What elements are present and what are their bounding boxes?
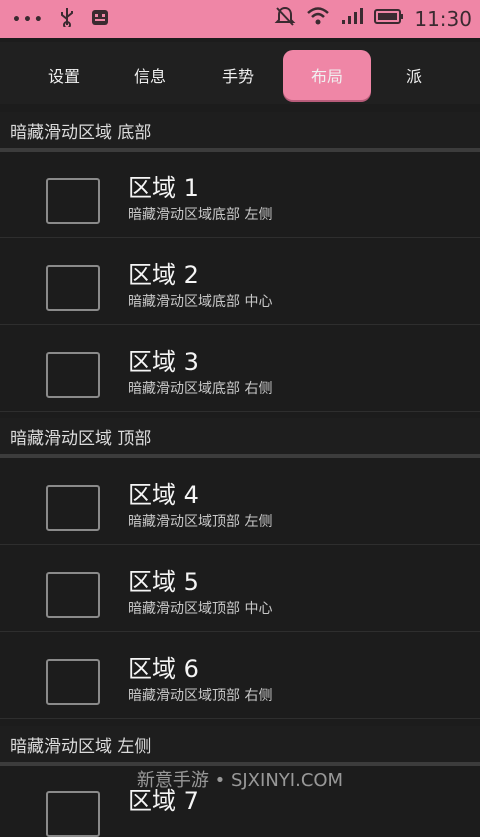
list-item-area-1[interactable]: 区域 1 暗藏滑动区域底部 左侧 (0, 152, 480, 238)
list-item-area-6[interactable]: 区域 6 暗藏滑动区域顶部 右侧 (0, 633, 480, 719)
watermark: 新意手游 • SJXINYI.COM (136, 770, 344, 791)
android-debug-icon (89, 7, 111, 32)
checkbox[interactable] (46, 485, 100, 531)
usb-icon (59, 7, 75, 32)
checkbox[interactable] (46, 791, 100, 837)
item-title: 区域 2 (128, 261, 199, 289)
list-item-area-3[interactable]: 区域 3 暗藏滑动区域底部 右侧 (0, 326, 480, 412)
item-title: 区域 4 (128, 481, 199, 509)
tab-pie[interactable]: 派 (370, 50, 458, 100)
tab-label: 设置 (47, 67, 80, 86)
notification-dots: ••• (12, 11, 45, 28)
checkbox[interactable] (46, 265, 100, 311)
item-title: 区域 3 (128, 348, 199, 376)
tab-label: 信息 (133, 67, 166, 86)
clock: 11:30 (414, 6, 472, 31)
section-header-top: 暗藏滑动区域 顶部 (0, 418, 480, 454)
muted-bell-icon (274, 5, 296, 32)
tab-label: 手势 (221, 67, 254, 86)
checkbox[interactable] (46, 352, 100, 398)
item-subtitle: 暗藏滑动区域底部 左侧 (128, 207, 273, 223)
tab-settings[interactable]: 设置 (20, 50, 108, 100)
item-title: 区域 1 (128, 174, 199, 202)
tab-info[interactable]: 信息 (106, 50, 194, 100)
battery-icon (374, 6, 404, 31)
item-subtitle: 暗藏滑动区域顶部 右侧 (128, 688, 273, 704)
item-title: 区域 6 (128, 655, 199, 683)
checkbox[interactable] (46, 178, 100, 224)
status-bar: ••• 11:30 (0, 0, 480, 42)
signal-icon (340, 6, 364, 31)
section-divider (0, 454, 480, 458)
item-subtitle: 暗藏滑动区域顶部 左侧 (128, 514, 273, 530)
tab-gestures[interactable]: 手势 (194, 50, 282, 100)
item-subtitle: 暗藏滑动区域顶部 中心 (128, 601, 273, 617)
section-header-left: 暗藏滑动区域 左侧 (0, 726, 480, 762)
tab-layout[interactable]: 布局 (283, 50, 371, 100)
section-header-bottom: 暗藏滑动区域 底部 (0, 112, 480, 148)
item-subtitle: 暗藏滑动区域底部 中心 (128, 294, 273, 310)
item-subtitle: 暗藏滑动区域底部 右侧 (128, 381, 273, 397)
checkbox[interactable] (46, 572, 100, 618)
checkbox[interactable] (46, 659, 100, 705)
list-item-area-5[interactable]: 区域 5 暗藏滑动区域顶部 中心 (0, 546, 480, 632)
tab-bar: 设置 信息 手势 布局 派 (0, 42, 480, 104)
tab-label: 布局 (310, 67, 343, 86)
item-title: 区域 5 (128, 568, 199, 596)
list-item-area-4[interactable]: 区域 4 暗藏滑动区域顶部 左侧 (0, 459, 480, 545)
tab-label: 派 (405, 67, 422, 86)
wifi-icon (306, 6, 330, 31)
list-item-area-2[interactable]: 区域 2 暗藏滑动区域底部 中心 (0, 239, 480, 325)
